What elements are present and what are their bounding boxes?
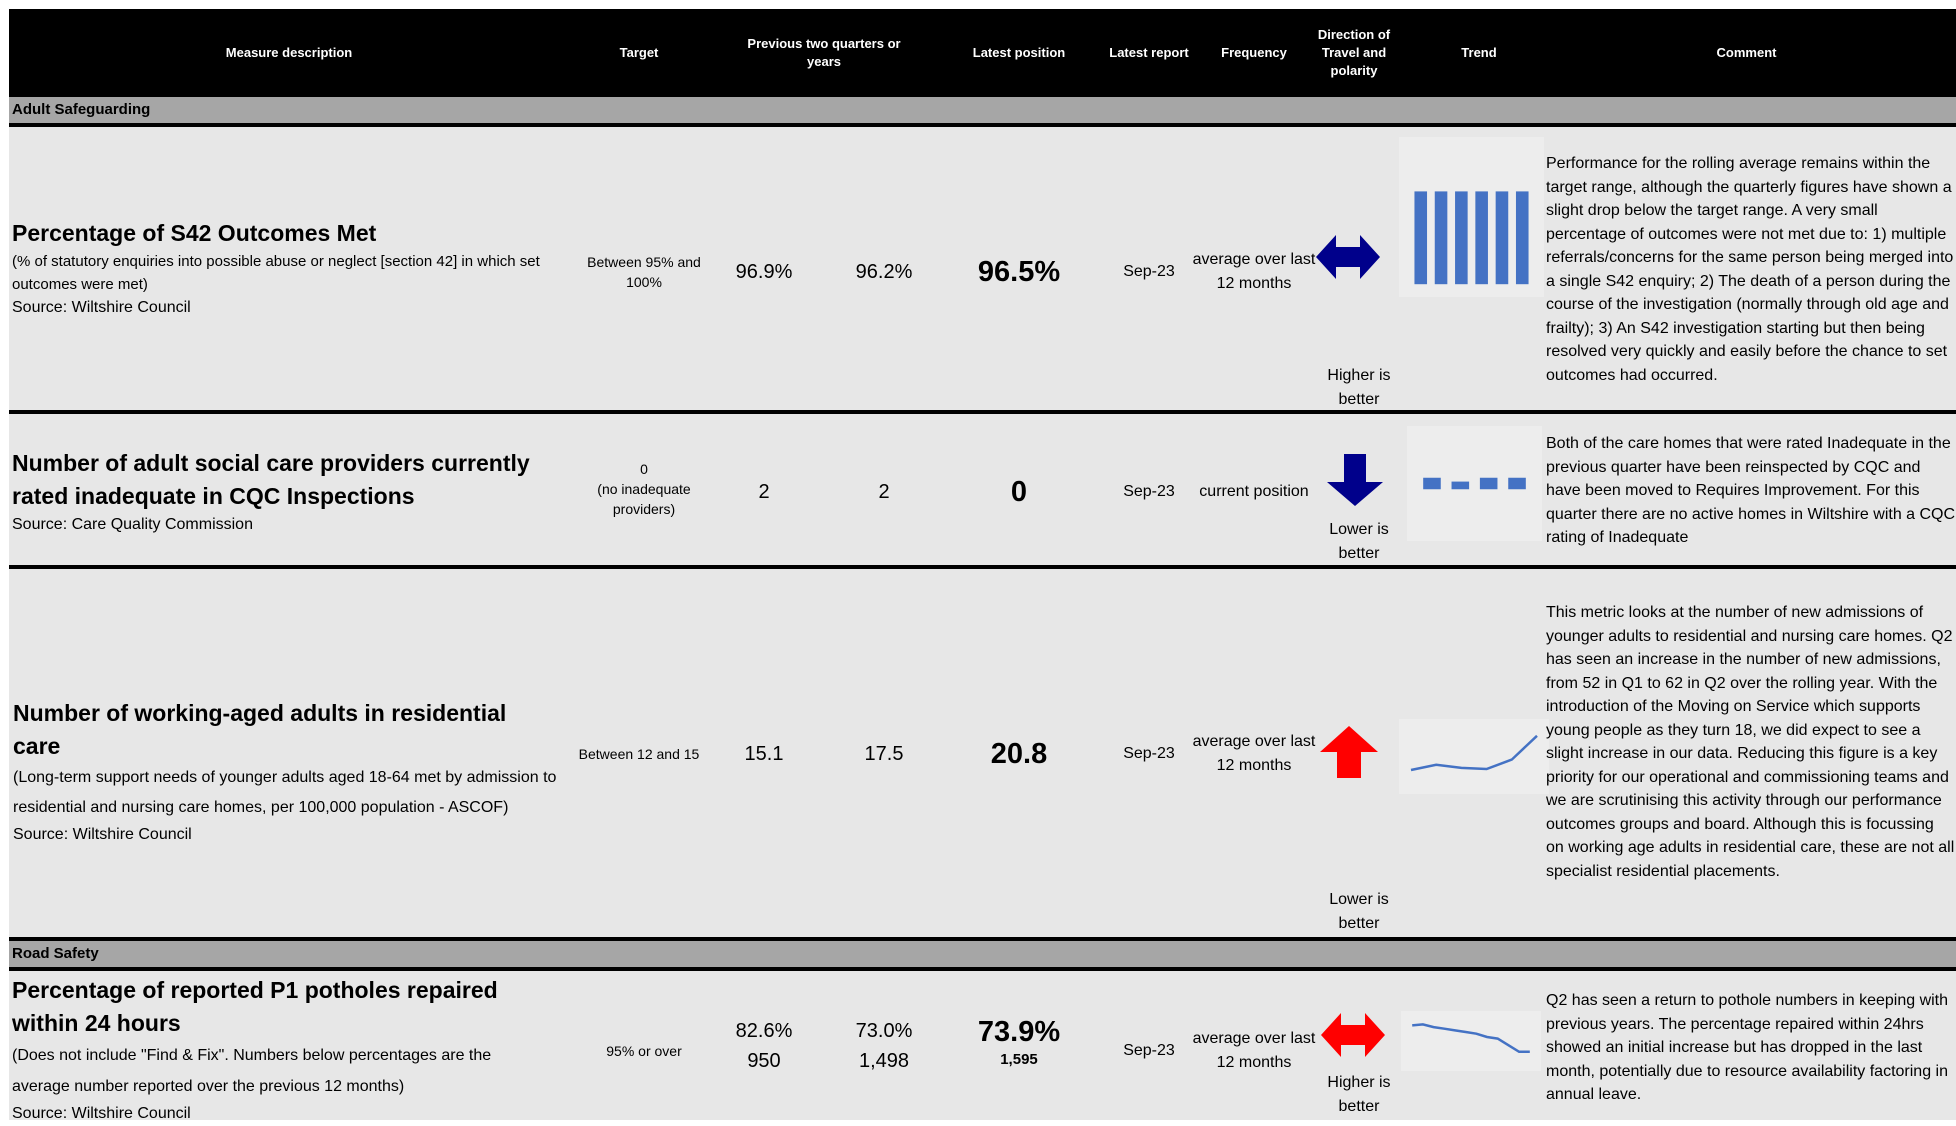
latest-position-percent: 73.9% [977,1016,1061,1048]
previous-quarter-2-percent: 73.0% [855,1020,913,1042]
trend-bar [1508,477,1526,490]
trend-bar [1495,191,1509,285]
header-direction: Direction of Travel and polarity [1317,27,1391,78]
target-value-line2: (no inadequate providers) [597,481,691,517]
previous-quarter-2: 96.2% [855,261,913,283]
previous-quarter-1-count: 950 [747,1050,781,1072]
comment-text: Performance for the rolling average rema… [1546,155,1954,384]
frequency-value: average over last 12 months [1192,1030,1316,1071]
table-row: Number of working-aged adults in residen… [9,569,1956,937]
frequency-value: current position [1199,483,1309,500]
latest-position-count: 1,595 [1000,1051,1038,1068]
header-latest-report: Latest report [1109,45,1189,60]
comment-text: Q2 has seen a return to pothole numbers … [1546,992,1949,1103]
target-value: 0 (no inadequate providers) [584,459,704,519]
trend-bar [1434,191,1448,285]
measure-subtitle: (Long-term support needs of younger adul… [13,769,557,816]
header-comment: Comment [1716,45,1777,60]
target-value: 95% or over [606,1043,682,1059]
header-previous: Previous two quarters or years [747,36,901,69]
header-trend: Trend [1461,45,1497,60]
latest-position-value: 73.9% 1,595 [959,1014,1079,1070]
double-horizontal-arrow-icon [1316,235,1380,279]
table-header: Measure description Target Previous two … [9,9,1956,97]
trend-bar [1475,191,1488,285]
previous-quarter-1: 15.1 [744,743,784,765]
previous-quarter-1: 96.9% [735,261,793,283]
target-value: Between 12 and 15 [578,746,700,762]
polarity-label: Lower is better [1329,891,1389,932]
measure-title: Number of working-aged adults in residen… [13,700,507,759]
measure-description: Percentage of S42 Outcomes Met (% of sta… [12,217,552,320]
measure-source: Source: Care Quality Commission [12,516,253,533]
frequency-value: average over last 12 months [1192,251,1316,292]
measure-source: Source: Wiltshire Council [12,1105,191,1122]
down-arrow-icon [1327,454,1383,506]
measure-description: Number of adult social care providers cu… [12,447,552,537]
previous-quarter-1-percent: 82.6% [735,1020,793,1042]
trend-sparkline [1399,137,1544,297]
trend-bar [1455,191,1468,285]
latest-report-value: Sep-23 [1123,745,1175,762]
target-value: Between 95% and 100% [587,254,701,290]
previous-quarter-2: 73.0% 1,498 [824,1016,944,1076]
measure-subtitle: (Does not include "Find & Fix". Numbers … [12,1047,492,1095]
section-road-safety: Road Safety [9,941,1956,967]
previous-quarter-2-count: 1,498 [858,1050,910,1072]
latest-position-value: 96.5% [977,255,1061,288]
trend-bar [1451,481,1470,490]
previous-quarter-2: 17.5 [864,743,904,765]
table-row: Percentage of S42 Outcomes Met (% of sta… [9,127,1956,412]
measure-description: Percentage of reported P1 potholes repai… [12,974,552,1126]
table-row: Percentage of reported P1 potholes repai… [9,971,1956,1122]
section-adult-safeguarding: Adult Safeguarding [9,97,1956,123]
trend-line [1412,1023,1530,1054]
polarity-label: Higher is better [1327,1074,1391,1115]
trend-sparkline [1407,426,1542,541]
trend-bar [1414,191,1428,285]
header-measure: Measure description [225,45,353,60]
trend-bar [1479,477,1498,490]
latest-report-value: Sep-23 [1123,263,1175,280]
frequency-value: average over last 12 months [1192,733,1316,774]
measure-source: Source: Wiltshire Council [13,826,192,843]
trend-bar [1515,191,1529,285]
polarity-label: Higher is better [1327,367,1391,408]
measure-title: Percentage of reported P1 potholes repai… [12,977,498,1036]
comment-text: Both of the care homes that were rated I… [1546,435,1956,546]
double-horizontal-arrow-icon [1321,1013,1385,1057]
trend-sparkline [1401,1011,1541,1071]
latest-position-value: 0 [1010,475,1028,508]
latest-report-value: Sep-23 [1123,483,1175,500]
previous-quarter-1: 82.6% 950 [704,1016,824,1076]
header-latest-position: Latest position [972,45,1066,60]
header-frequency: Frequency [1221,45,1287,60]
measure-title: Number of adult social care providers cu… [12,450,530,509]
table-row: Number of adult social care providers cu… [9,414,1956,567]
previous-quarter-1: 2 [758,481,770,503]
measure-subtitle: (% of statutory enquiries into possible … [12,253,540,293]
previous-quarter-2: 2 [878,481,890,503]
up-arrow-icon [1320,726,1378,778]
comment-text: This metric looks at the number of new a… [1546,604,1955,880]
measure-source: Source: Wiltshire Council [12,299,191,316]
header-target: Target [619,45,659,60]
measure-description: Number of working-aged adults in residen… [13,697,558,847]
polarity-label: Lower is better [1329,521,1389,562]
target-value-line1: 0 [640,461,648,477]
trend-sparkline [1399,719,1549,794]
latest-position-value: 20.8 [990,737,1048,770]
measure-title: Percentage of S42 Outcomes Met [12,220,377,246]
latest-report-value: Sep-23 [1123,1042,1175,1059]
trend-bar [1423,477,1441,490]
trend-line [1410,734,1538,772]
